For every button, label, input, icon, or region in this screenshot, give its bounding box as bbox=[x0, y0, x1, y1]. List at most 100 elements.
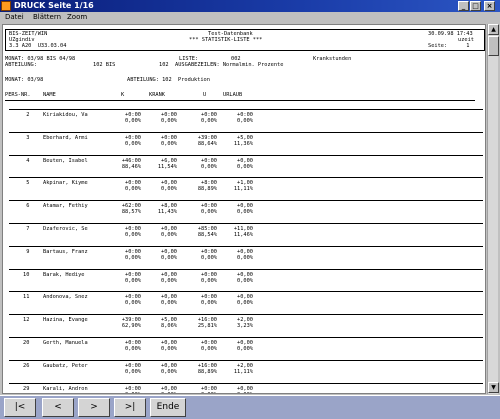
vertical-scrollbar[interactable]: ▲ ▼ bbox=[487, 24, 499, 394]
urlaub-percent-cell: 0,00% bbox=[237, 300, 253, 307]
k-percent-cell: 0,00% bbox=[125, 277, 141, 284]
urlaub-percent-cell: 0,00% bbox=[237, 277, 253, 284]
table-row: 10 Barak, Hediye +0:00 0,00% +0,00 0,00% +0:00… bbox=[3, 268, 485, 293]
table-row: 4 Beuten, Isabel +46:00 88,46% +6,00 11,54% +0… bbox=[3, 154, 485, 179]
urlaub-percent-cell: 0,00% bbox=[237, 209, 253, 216]
name-cell: Karali, Andron bbox=[43, 385, 88, 392]
col-urlaub: URLAUB bbox=[223, 92, 243, 98]
end-button[interactable]: Ende bbox=[150, 398, 186, 417]
name-cell: Gerth, Manuela bbox=[43, 340, 88, 346]
app-icon bbox=[1, 1, 11, 11]
window-title: DRUCK Seite 1/16 bbox=[14, 1, 94, 10]
u-percent-cell: 88,89% bbox=[197, 186, 217, 193]
row-separator bbox=[9, 154, 483, 156]
table-row: 29Karali, Andron+0:000,00%+0,000,00%+0:0… bbox=[3, 382, 485, 393]
version: 3.3 A20 U33.03.04 bbox=[9, 43, 67, 49]
department-range: 102 BIS bbox=[93, 62, 116, 68]
table-row: 12 Hazina, Evange +39:00 62,90% +5,00 8,06% +1… bbox=[3, 314, 485, 338]
table-row: 5 Akpinar, Kiyme +0:00 0,00% +0,00 0,00% +8:00… bbox=[3, 177, 485, 201]
col-k: K bbox=[121, 92, 125, 98]
row-separator bbox=[9, 223, 483, 224]
first-page-button[interactable]: |< bbox=[4, 398, 36, 417]
u-percent-cell: 88,54% bbox=[197, 232, 217, 238]
pers-nr-cell: 10 bbox=[23, 271, 30, 278]
menu-datei[interactable]: Datei bbox=[5, 12, 24, 23]
u-percent-cell: 88,89% bbox=[197, 368, 217, 375]
prev-page-button[interactable]: < bbox=[42, 398, 74, 417]
list-title: *** STATISTIK-LISTE *** bbox=[189, 37, 263, 43]
krank-percent-cell: 0,00% bbox=[161, 277, 177, 284]
row-separator bbox=[9, 177, 483, 179]
navigation-toolbar: |< < > >| Ende bbox=[0, 395, 500, 419]
last-page-button[interactable]: >| bbox=[114, 398, 146, 417]
k-percent-cell: 88,46% bbox=[121, 163, 141, 170]
close-icon[interactable]: × bbox=[484, 1, 495, 11]
list-name: Krankstunden bbox=[313, 56, 352, 62]
header-rule bbox=[5, 100, 475, 101]
name-cell: Barak, Hediye bbox=[43, 271, 85, 278]
row-separator bbox=[9, 131, 483, 133]
pers-nr-cell: 3 bbox=[26, 134, 30, 141]
col-name: NAME bbox=[43, 92, 56, 98]
row-separator bbox=[9, 245, 483, 247]
department-to: 102 bbox=[159, 62, 169, 68]
scroll-down-icon[interactable]: ▼ bbox=[488, 382, 499, 393]
menu-bar: Datei Blättern Zoom bbox=[0, 12, 500, 23]
urlaub-percent-cell: 11,11% bbox=[233, 368, 253, 375]
row-separator bbox=[9, 291, 483, 293]
u-percent-cell: 0,00% bbox=[201, 300, 217, 307]
row-separator bbox=[9, 109, 483, 110]
output-lines: AUSGABEZEILEN: Normalmin. Prozente bbox=[175, 62, 284, 68]
name-cell: Gaubatz, Peter bbox=[43, 362, 88, 369]
table-row: 26 Gaubatz, Peter +0:00 0,00% +0,00 0,00% +16:… bbox=[3, 359, 485, 384]
pers-nr-cell: 6 bbox=[26, 203, 30, 210]
menu-blaettern[interactable]: Blättern bbox=[33, 12, 61, 23]
scroll-thumb[interactable] bbox=[488, 36, 499, 56]
col-u: U bbox=[203, 92, 207, 98]
pers-nr-cell: 26 bbox=[23, 362, 30, 369]
name-cell: Dzaferovic, Se bbox=[43, 226, 88, 232]
krank-percent-cell: 0,00% bbox=[161, 186, 177, 193]
urlaub-percent-cell: 0,00% bbox=[223, 392, 253, 393]
table-row: 7 Dzaferovic, Se +0:00 0,00% +0,00 0,00% +85:0… bbox=[3, 223, 485, 247]
u-percent-cell: 0,00% bbox=[201, 209, 217, 216]
scroll-up-icon[interactable]: ▲ bbox=[488, 24, 499, 35]
department-label: ABTEILUNG: bbox=[5, 62, 37, 68]
k-percent-cell: 0,00% bbox=[125, 346, 141, 352]
row-separator bbox=[9, 382, 483, 384]
u-percent-cell: 0,00% bbox=[201, 163, 217, 170]
month-current: MONAT: 03/98 bbox=[5, 77, 44, 83]
k-percent-cell: 0,00% bbox=[125, 140, 141, 147]
krank-percent-cell: 0,00% bbox=[161, 346, 177, 352]
krank-percent-cell: 0,00% bbox=[147, 392, 177, 393]
krank-percent-cell: 8,06% bbox=[161, 323, 177, 330]
name-cell: Akpinar, Kiyme bbox=[43, 180, 88, 187]
urlaub-percent-cell: 11,46% bbox=[233, 232, 253, 238]
pers-nr-cell: 9 bbox=[26, 248, 30, 255]
table-row: 9 Bartaus, Franz +0:00 0,00% +0,00 0,00% +0:00… bbox=[3, 245, 485, 270]
next-page-button[interactable]: > bbox=[78, 398, 110, 417]
u-percent-cell: 0,00% bbox=[201, 346, 217, 352]
k-percent-cell: 0,00% bbox=[125, 118, 141, 124]
urlaub-percent-cell: 0,00% bbox=[237, 118, 253, 124]
krank-percent-cell: 0,00% bbox=[161, 232, 177, 238]
k-percent-cell: 0,00% bbox=[111, 392, 141, 393]
pers-nr-cell: 29 bbox=[23, 385, 30, 392]
name-cell: Andonova, Snez bbox=[43, 294, 88, 301]
menu-zoom[interactable]: Zoom bbox=[67, 12, 87, 23]
row-separator bbox=[9, 268, 483, 270]
k-percent-cell: 0,00% bbox=[125, 186, 141, 193]
krank-percent-cell: 11,43% bbox=[157, 209, 177, 216]
minimize-icon[interactable]: _ bbox=[458, 1, 469, 11]
u-percent-cell: 88,64% bbox=[197, 140, 217, 147]
urlaub-percent-cell: 11,36% bbox=[233, 140, 253, 147]
maximize-icon[interactable]: □ bbox=[470, 1, 481, 11]
k-percent-cell: 0,00% bbox=[125, 254, 141, 261]
name-cell: Hazina, Evange bbox=[43, 317, 88, 324]
pers-nr-cell: 4 bbox=[26, 157, 30, 164]
row-separator bbox=[9, 200, 483, 202]
page-number: Seite: 1 bbox=[428, 43, 470, 49]
urlaub-percent-cell: 3,23% bbox=[237, 323, 253, 330]
report-page: BIS-ZEIT/WIN UZgindiv 3.3 A20 U33.03.04 … bbox=[2, 24, 486, 394]
urlaub-percent-cell: 0,00% bbox=[237, 346, 253, 352]
